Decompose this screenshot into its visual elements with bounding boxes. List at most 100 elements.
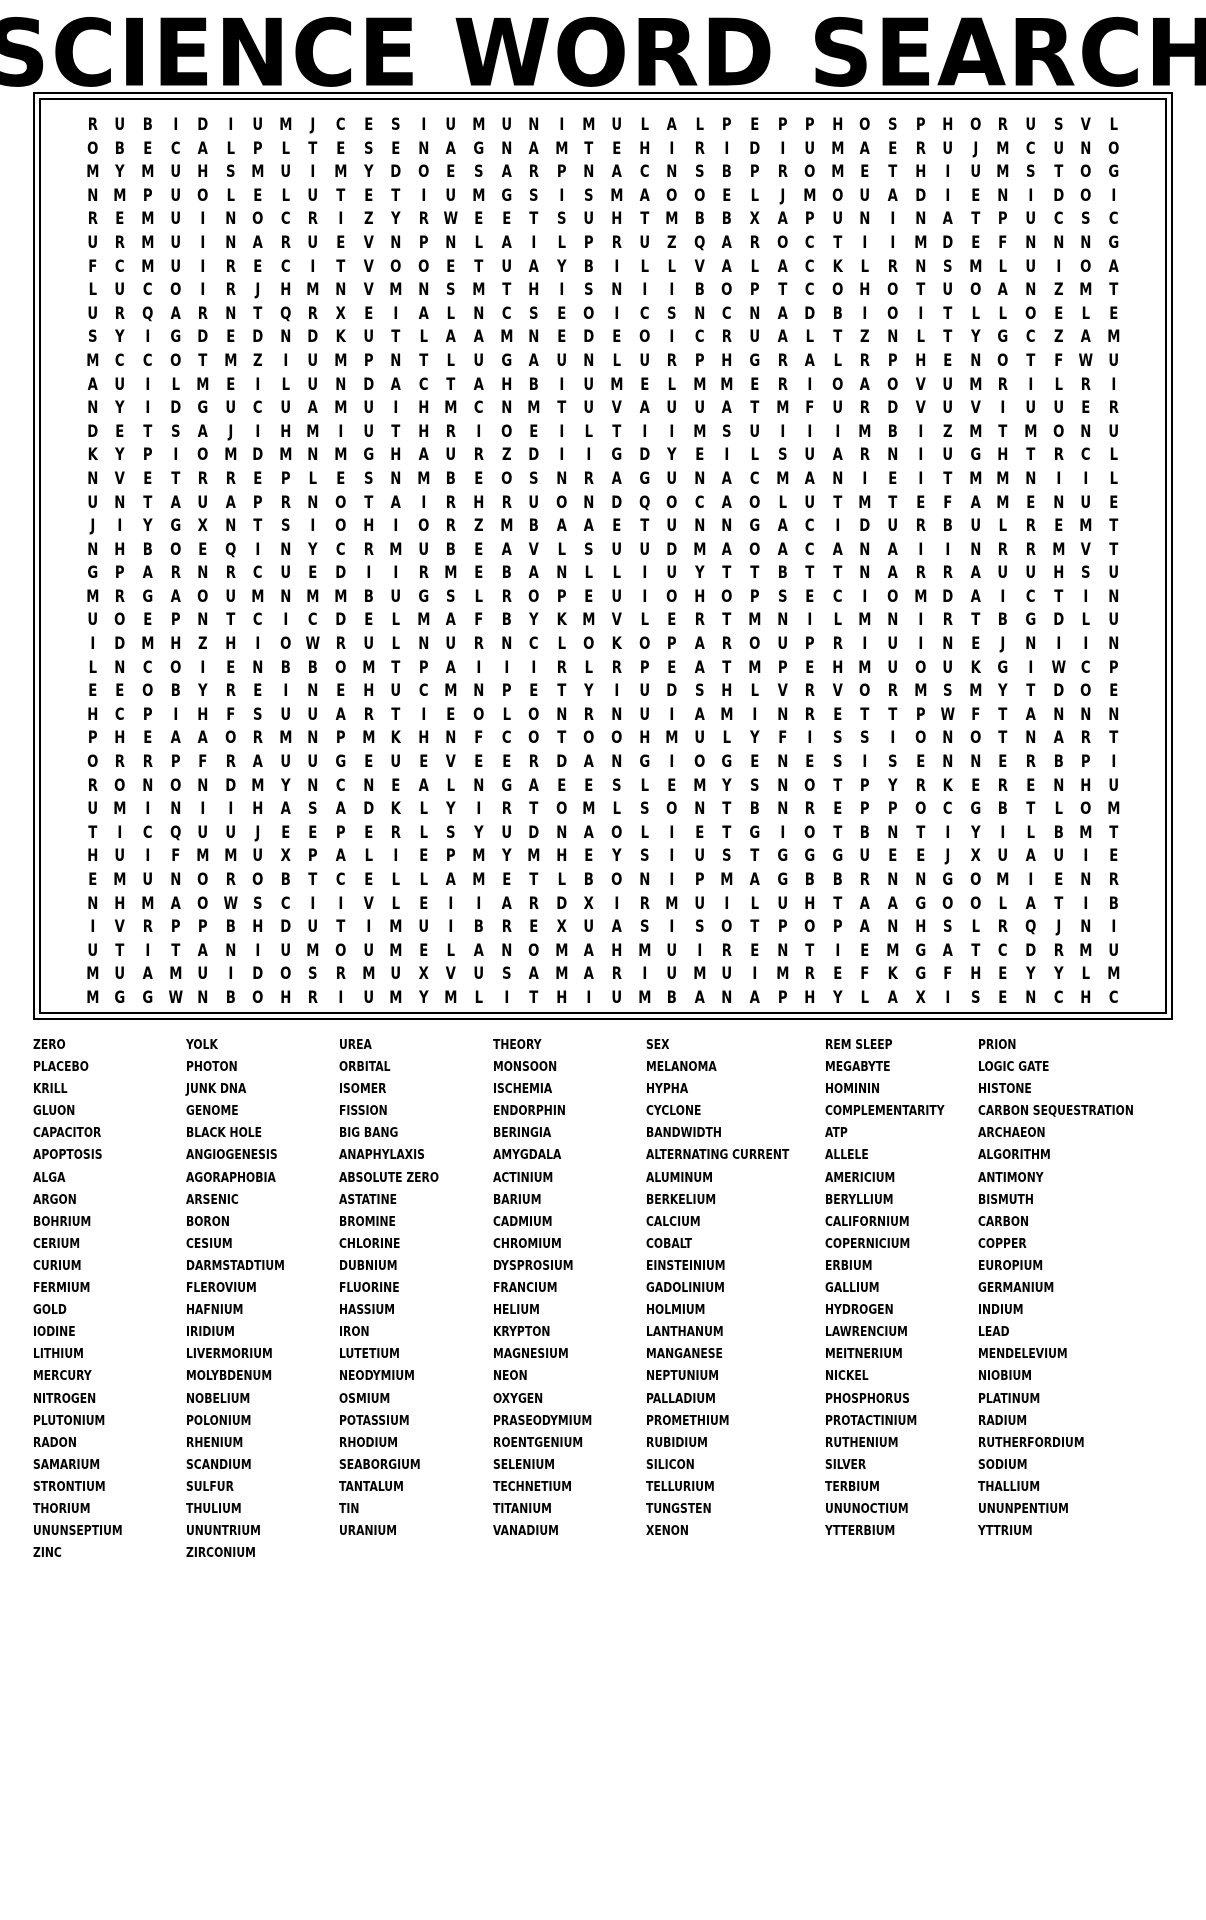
grid-cell[interactable]: T bbox=[1048, 586, 1070, 610]
grid-cell[interactable]: X bbox=[413, 963, 435, 987]
grid-cell[interactable]: I bbox=[1103, 916, 1125, 940]
grid-cell[interactable]: N bbox=[496, 633, 518, 657]
grid-cell[interactable]: G bbox=[744, 350, 766, 374]
grid-cell[interactable]: E bbox=[661, 775, 683, 799]
grid-cell[interactable]: T bbox=[827, 562, 849, 586]
grid-cell[interactable]: H bbox=[1075, 775, 1097, 799]
grid-cell[interactable]: H bbox=[992, 444, 1014, 468]
grid-cell[interactable]: A bbox=[1020, 845, 1042, 869]
grid-cell[interactable]: E bbox=[937, 350, 959, 374]
word-list-item[interactable]: CALIFORNIUM bbox=[825, 1211, 948, 1233]
grid-cell[interactable]: D bbox=[220, 775, 242, 799]
grid-cell[interactable]: S bbox=[523, 468, 545, 492]
grid-cell[interactable]: B bbox=[137, 539, 159, 563]
grid-cell[interactable]: E bbox=[275, 822, 297, 846]
grid-cell[interactable]: L bbox=[1020, 822, 1042, 846]
grid-cell[interactable]: P bbox=[109, 562, 131, 586]
grid-cell[interactable]: N bbox=[330, 374, 352, 398]
grid-cell[interactable]: A bbox=[330, 798, 352, 822]
grid-cell[interactable]: D bbox=[247, 963, 269, 987]
grid-cell[interactable]: Y bbox=[578, 680, 600, 704]
grid-cell[interactable]: A bbox=[689, 657, 711, 681]
grid-cell[interactable]: E bbox=[1103, 492, 1125, 516]
grid-cell[interactable]: C bbox=[247, 397, 269, 421]
grid-cell[interactable]: U bbox=[882, 633, 904, 657]
word-list-item[interactable]: LOGIC GATE bbox=[978, 1056, 1134, 1078]
grid-cell[interactable]: O bbox=[882, 374, 904, 398]
grid-cell[interactable]: A bbox=[578, 515, 600, 539]
grid-cell[interactable]: O bbox=[716, 586, 738, 610]
word-list-item[interactable]: INDIUM bbox=[978, 1299, 1134, 1321]
grid-cell[interactable]: A bbox=[772, 303, 794, 327]
grid-cell[interactable]: U bbox=[1103, 562, 1125, 586]
grid-cell[interactable]: D bbox=[634, 444, 656, 468]
grid-cell[interactable]: E bbox=[1103, 845, 1125, 869]
grid-cell[interactable]: E bbox=[606, 326, 628, 350]
grid-cell[interactable]: I bbox=[689, 940, 711, 964]
grid-cell[interactable]: L bbox=[578, 657, 600, 681]
grid-cell[interactable]: L bbox=[551, 232, 573, 256]
grid-cell[interactable]: R bbox=[192, 468, 214, 492]
grid-cell[interactable]: O bbox=[247, 869, 269, 893]
grid-cell[interactable]: A bbox=[440, 609, 462, 633]
grid-cell[interactable]: N bbox=[303, 492, 325, 516]
grid-cell[interactable]: A bbox=[192, 727, 214, 751]
grid-cell[interactable]: E bbox=[358, 609, 380, 633]
grid-cell[interactable]: A bbox=[1075, 326, 1097, 350]
grid-cell[interactable]: R bbox=[854, 869, 876, 893]
grid-cell[interactable]: I bbox=[523, 657, 545, 681]
grid-cell[interactable]: U bbox=[303, 704, 325, 728]
grid-cell[interactable]: N bbox=[854, 539, 876, 563]
grid-cell[interactable]: H bbox=[716, 350, 738, 374]
grid-cell[interactable]: D bbox=[247, 326, 269, 350]
grid-cell[interactable]: T bbox=[965, 609, 987, 633]
grid-cell[interactable]: R bbox=[468, 444, 490, 468]
grid-cell[interactable]: O bbox=[192, 893, 214, 917]
grid-cell[interactable]: O bbox=[1075, 680, 1097, 704]
grid-cell[interactable]: L bbox=[634, 609, 656, 633]
grid-cell[interactable]: I bbox=[137, 374, 159, 398]
grid-cell[interactable]: I bbox=[606, 256, 628, 280]
grid-cell[interactable]: R bbox=[1103, 397, 1125, 421]
grid-cell[interactable]: P bbox=[330, 727, 352, 751]
grid-cell[interactable]: K bbox=[827, 256, 849, 280]
grid-cell[interactable]: R bbox=[496, 492, 518, 516]
grid-cell[interactable]: N bbox=[82, 468, 104, 492]
grid-cell[interactable]: U bbox=[606, 987, 628, 1011]
grid-cell[interactable]: T bbox=[523, 987, 545, 1011]
grid-cell[interactable]: S bbox=[578, 185, 600, 209]
grid-cell[interactable]: M bbox=[910, 586, 932, 610]
grid-cell[interactable]: R bbox=[303, 303, 325, 327]
grid-cell[interactable]: R bbox=[578, 468, 600, 492]
grid-cell[interactable]: E bbox=[358, 185, 380, 209]
grid-cell[interactable]: L bbox=[1075, 303, 1097, 327]
grid-cell[interactable]: I bbox=[606, 680, 628, 704]
word-list-item[interactable]: RADON bbox=[33, 1432, 156, 1454]
grid-cell[interactable]: S bbox=[689, 680, 711, 704]
grid-cell[interactable]: R bbox=[358, 704, 380, 728]
grid-cell[interactable]: N bbox=[496, 940, 518, 964]
grid-cell[interactable]: T bbox=[937, 468, 959, 492]
grid-cell[interactable]: N bbox=[689, 515, 711, 539]
grid-cell[interactable]: C bbox=[716, 303, 738, 327]
grid-cell[interactable]: I bbox=[551, 185, 573, 209]
grid-cell[interactable]: I bbox=[551, 374, 573, 398]
word-list-item[interactable]: ORBITAL bbox=[339, 1056, 462, 1078]
grid-cell[interactable]: U bbox=[109, 845, 131, 869]
grid-cell[interactable]: R bbox=[330, 963, 352, 987]
grid-cell[interactable]: S bbox=[385, 114, 407, 138]
grid-cell[interactable]: V bbox=[358, 279, 380, 303]
grid-cell[interactable]: S bbox=[220, 161, 242, 185]
word-list-item[interactable]: NICKEL bbox=[825, 1365, 948, 1387]
grid-cell[interactable]: U bbox=[220, 586, 242, 610]
grid-cell[interactable]: A bbox=[1048, 727, 1070, 751]
grid-cell[interactable]: M bbox=[606, 185, 628, 209]
grid-cell[interactable]: B bbox=[440, 539, 462, 563]
grid-cell[interactable]: B bbox=[137, 114, 159, 138]
grid-cell[interactable]: O bbox=[330, 940, 352, 964]
grid-cell[interactable]: U bbox=[496, 114, 518, 138]
grid-cell[interactable]: G bbox=[606, 444, 628, 468]
grid-cell[interactable]: U bbox=[82, 609, 104, 633]
grid-cell[interactable]: C bbox=[744, 468, 766, 492]
grid-cell[interactable]: T bbox=[716, 609, 738, 633]
